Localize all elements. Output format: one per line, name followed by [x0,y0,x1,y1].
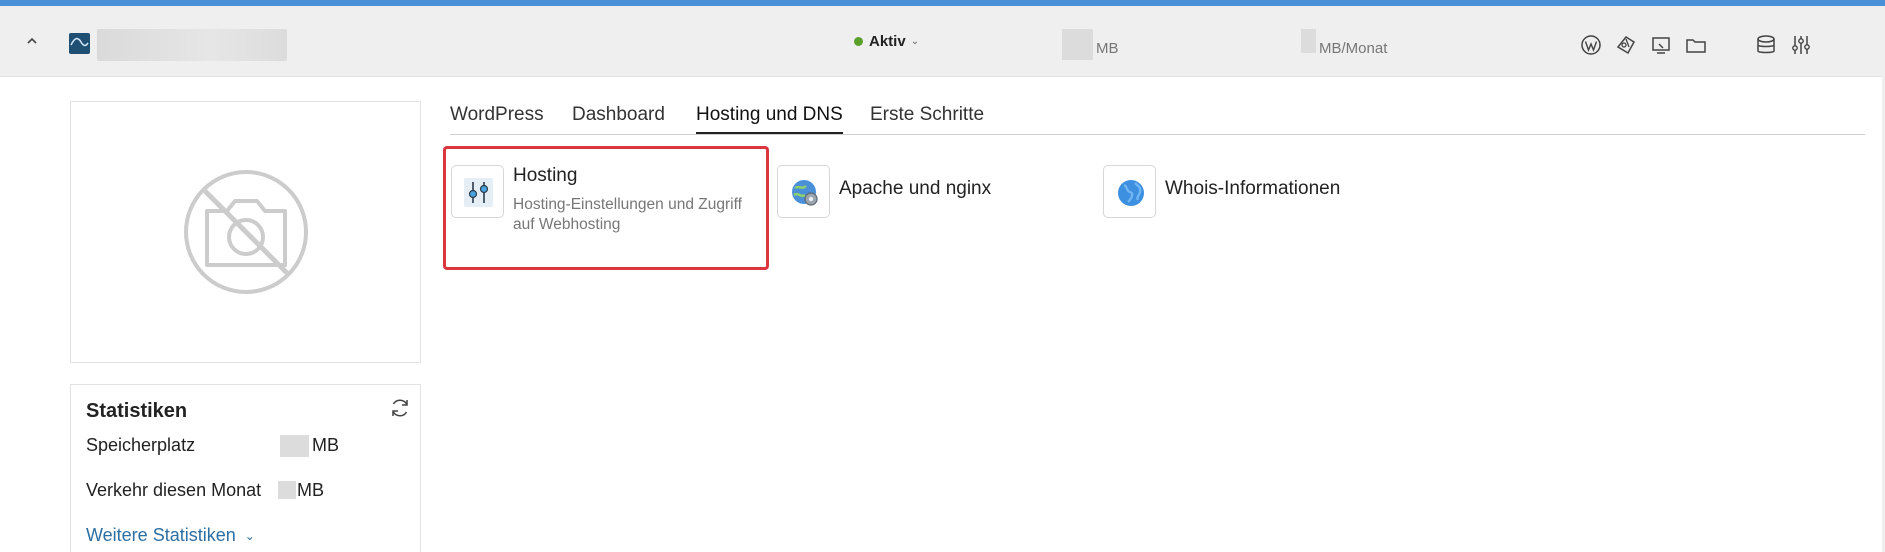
header-quick-actions [0,33,1885,57]
tile-hosting-description: Hosting-Einstellungen und Zugriff auf We… [513,196,742,233]
stat-label-traffic: Verkehr diesen Monat [86,480,262,500]
wordpress-icon[interactable] [1579,33,1603,57]
hosting-sliders-icon [451,165,504,218]
tile-whois-title: Whois-Informationen [1165,178,1341,199]
chevron-down-icon: ⌄ [244,528,255,543]
statistics-panel: Statistiken Speicherplatz MB Verkehr die… [70,384,421,552]
tile-apache-nginx-title: Apache und nginx [839,178,992,199]
refresh-icon[interactable] [388,396,412,420]
traffic-value-redacted [278,481,296,499]
tile-apache-nginx[interactable]: Apache und nginx [777,165,1037,220]
subscription-header: Aktiv ⌄ MB MB/Monat [0,6,1885,77]
stat-unit-traffic: MB [297,480,324,500]
storage-value-redacted [280,435,309,457]
tab-erste-schritte[interactable]: Erste Schritte [870,104,984,132]
site-preview-icon[interactable] [1649,33,1673,57]
tile-hosting[interactable]: Hosting Hosting-Einstellungen und Zugrif… [451,165,761,245]
more-statistics-label: Weitere Statistiken [86,525,236,545]
statistics-title: Statistiken [86,400,188,422]
settings-sliders-icon[interactable] [1789,33,1813,57]
git-icon[interactable] [1614,33,1638,57]
tile-hosting-title: Hosting [513,165,578,186]
apache-nginx-globe-gear-icon [777,165,830,218]
stat-unit-storage: MB [312,435,339,455]
tab-hosting-und-dns[interactable]: Hosting und DNS [696,104,843,134]
stat-label-storage: Speicherplatz [86,435,196,455]
tile-whois[interactable]: Whois-Informationen [1103,165,1403,220]
database-icon[interactable] [1754,33,1778,57]
no-camera-icon [184,170,308,294]
tab-bar: WordPress Dashboard Hosting und DNS Erst… [450,104,1865,135]
site-screenshot-placeholder[interactable] [70,101,421,363]
whois-globe-icon [1103,165,1156,218]
tab-dashboard[interactable]: Dashboard [572,104,665,132]
folder-icon[interactable] [1684,33,1708,57]
tab-wordpress[interactable]: WordPress [450,104,544,132]
more-statistics-link[interactable]: Weitere Statistiken ⌄ [86,525,255,546]
